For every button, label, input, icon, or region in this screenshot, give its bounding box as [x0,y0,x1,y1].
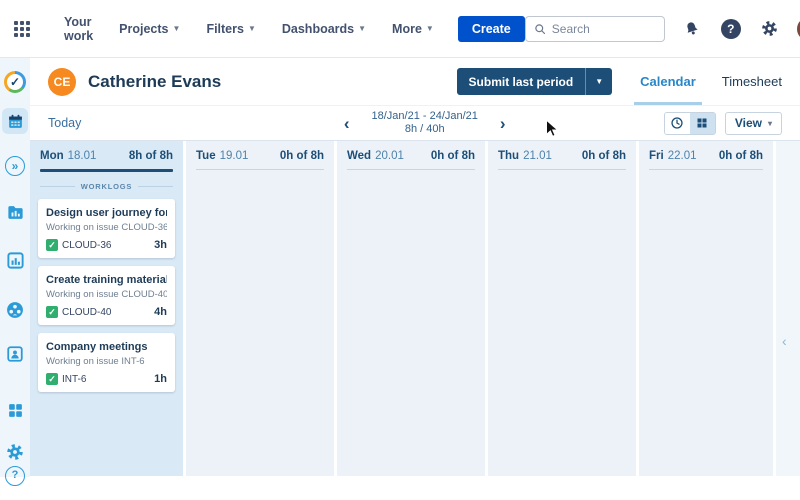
sidebar-item-apps[interactable] [3,398,27,422]
sidebar-item-charts[interactable] [3,248,27,272]
notifications-bell-icon[interactable] [680,17,704,41]
calendar-grid: Mon18.01 8h of 8h WORKLOGS Design user j… [30,141,800,476]
day-column-friday[interactable]: Fri22.01 0h of 8h [639,141,773,476]
day-progress-bar [347,169,475,170]
day-progress-bar [40,169,173,172]
day-column-monday[interactable]: Mon18.01 8h of 8h WORKLOGS Design user j… [30,141,183,476]
worklog-duration: 4h [154,306,167,318]
collapse-chevron-icon[interactable]: ‹ [782,333,787,349]
clock-icon [670,116,684,130]
view-mode-switch [664,112,716,135]
tempo-logo-icon: ✓ [3,70,27,94]
calendar-toolbar: Today ‹ 18/Jan/21 - 24/Jan/21 8h / 40h › [30,106,800,141]
period-navigation: ‹ 18/Jan/21 - 24/Jan/21 8h / 40h › [344,106,506,140]
day-header: Fri22.01 0h of 8h [639,141,773,162]
calendar-icon [7,113,24,130]
user-header: CE Catherine Evans Submit last period ▼ … [30,58,800,106]
help-button[interactable]: ? [3,464,27,488]
top-navigation: Your work Projects▼ Filters▼ Dashboards▼… [0,0,800,58]
worklogs-divider: WORKLOGS [40,182,173,191]
nav-more[interactable]: More▼ [392,22,434,36]
app-switcher-icon[interactable] [14,21,30,37]
day-progress-bar [649,169,763,170]
time-view-button[interactable] [665,113,690,134]
day-column-thursday[interactable]: Thu21.01 0h of 8h [488,141,636,476]
gear-icon [5,442,25,462]
weekend-column-peek: ‹ [776,141,800,476]
nav-menu: Your work Projects▼ Filters▼ Dashboards▼… [64,15,434,43]
view-dropdown[interactable]: View ▾ [725,112,782,135]
search-field[interactable] [552,22,652,36]
search-icon [534,23,546,35]
day-progress-bar [196,169,324,170]
teams-globe-icon [5,300,25,320]
main-content: CE Catherine Evans Submit last period ▼ … [30,58,800,476]
period-hours: 8h / 40h [371,123,477,136]
page-title: Catherine Evans [88,72,221,92]
period-label: 18/Jan/21 - 24/Jan/21 8h / 40h [371,110,477,136]
period-range: 18/Jan/21 - 24/Jan/21 [371,110,477,123]
chevron-down-icon: ▼ [358,24,366,33]
grid-icon [696,117,708,129]
create-button[interactable]: Create [458,16,525,42]
apps-grid-icon [7,402,24,419]
worklog-card[interactable]: Create training material Working on issu… [38,266,175,325]
previous-period-button[interactable]: ‹ [344,115,350,132]
help-icon[interactable]: ? [719,17,743,41]
folder-chart-icon [6,203,25,222]
nav-dashboards[interactable]: Dashboards▼ [282,22,366,36]
question-icon: ? [5,466,25,486]
day-progress-bar [498,169,626,170]
task-check-icon: ✓ [46,239,58,251]
sidebar-item-settings[interactable] [3,440,27,464]
chevron-down-icon: ▼ [173,24,181,33]
task-check-icon: ✓ [46,306,58,318]
day-column-tuesday[interactable]: Tue19.01 0h of 8h [186,141,334,476]
issue-key: CLOUD-40 [62,307,111,318]
day-column-wednesday[interactable]: Wed20.01 0h of 8h [337,141,485,476]
today-button[interactable]: Today [48,116,81,130]
chevron-down-icon: ▼ [426,24,434,33]
grid-view-button[interactable] [690,113,715,134]
tab-calendar[interactable]: Calendar [640,58,696,105]
nav-filters[interactable]: Filters▼ [206,22,255,36]
settings-gear-icon[interactable] [758,17,782,41]
chevron-down-icon: ▼ [248,24,256,33]
day-header: Mon18.01 8h of 8h [30,141,183,162]
worklog-duration: 1h [154,373,167,385]
app-window: Your work Projects▼ Filters▼ Dashboards▼… [0,0,800,500]
submit-dropdown-caret[interactable]: ▼ [586,68,612,95]
issue-key: INT-6 [62,374,86,385]
person-card-icon [6,345,24,363]
tab-timesheet[interactable]: Timesheet [722,58,782,105]
search-input[interactable] [525,16,665,42]
worklog-card[interactable]: Design user journey for... Working on is… [38,199,175,258]
sidebar-item-reports[interactable] [3,200,27,224]
sidebar-item-calendar[interactable] [2,108,28,134]
issue-key: CLOUD-36 [62,240,111,251]
chevron-down-icon: ▾ [768,119,772,128]
submit-last-period-button[interactable]: Submit last period ▼ [457,68,613,95]
nav-projects[interactable]: Projects▼ [119,22,180,36]
user-initials-avatar[interactable]: CE [48,68,76,96]
worklog-duration: 3h [154,239,167,251]
next-period-button[interactable]: › [500,115,506,132]
double-chevron-right-icon: » [5,156,25,176]
sidebar-item-teams[interactable] [3,298,27,322]
worklog-card[interactable]: Company meetings Working on issue INT-6 … [38,333,175,392]
task-check-icon: ✓ [46,373,58,385]
sidebar-item-accounts[interactable] [3,342,27,366]
left-sidebar: ✓ » [0,58,30,477]
day-header: Wed20.01 0h of 8h [337,141,485,162]
day-header: Thu21.01 0h of 8h [488,141,636,162]
bar-chart-icon [6,251,25,270]
day-header: Tue19.01 0h of 8h [186,141,334,162]
nav-your-work[interactable]: Your work [64,15,93,43]
view-tabs: Calendar Timesheet [640,58,782,105]
sidebar-expand-button[interactable]: » [3,154,27,178]
